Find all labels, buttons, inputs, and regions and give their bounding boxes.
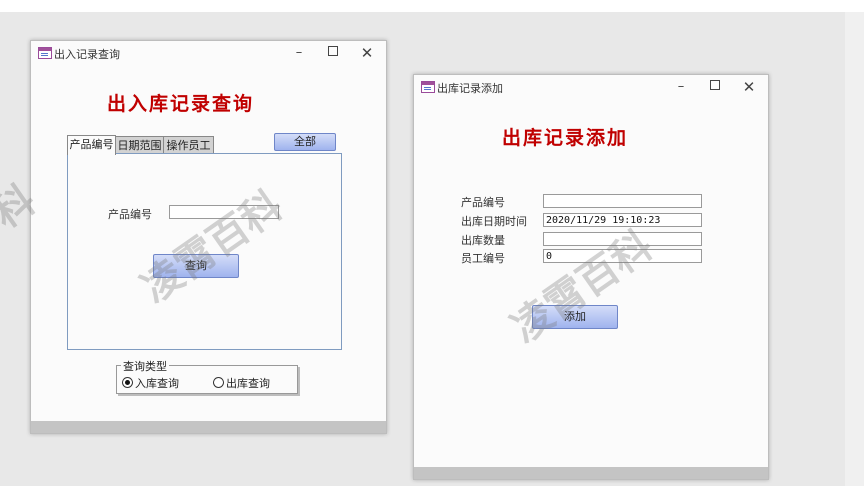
- all-button[interactable]: 全部: [274, 133, 336, 151]
- minimize-button[interactable]: –: [284, 43, 314, 63]
- maximize-icon: [328, 46, 338, 56]
- top-strip: [0, 0, 864, 12]
- window-title: 出库记录添加: [437, 82, 503, 95]
- form-icon: [421, 81, 435, 93]
- query-type-group: 查询类型 入库查询 出库查询: [116, 358, 298, 394]
- window-title: 出入记录查询: [54, 48, 120, 61]
- product-id-input[interactable]: [169, 205, 279, 219]
- outbound-quantity-label: 出库数量: [461, 234, 505, 247]
- status-bar: [31, 421, 386, 433]
- add-record-window: 出库记录添加 – ✕ 出库记录添加 产品编号 出库日期时间 2020/11/29…: [413, 74, 769, 480]
- outbound-quantity-input[interactable]: [543, 232, 702, 246]
- tab-panel: 产品编号 查询: [67, 153, 342, 350]
- form-heading: 出入库记录查询: [107, 93, 255, 115]
- outbound-datetime-label: 出库日期时间: [461, 215, 527, 228]
- close-button[interactable]: ✕: [734, 77, 764, 97]
- employee-id-label: 员工编号: [461, 252, 505, 265]
- maximize-icon: [710, 80, 720, 90]
- tab-product-id[interactable]: 产品编号: [67, 135, 116, 155]
- right-panel: [845, 12, 864, 486]
- close-button[interactable]: ✕: [352, 43, 382, 63]
- product-id-label: 产品编号: [108, 208, 152, 221]
- radio-inbound-label: 入库查询: [135, 377, 179, 390]
- maximize-button[interactable]: [700, 77, 730, 97]
- radio-outbound-label: 出库查询: [226, 377, 270, 390]
- radio-outbound[interactable]: 出库查询: [213, 375, 270, 391]
- minimize-button[interactable]: –: [666, 77, 696, 97]
- add-button[interactable]: 添加: [532, 305, 618, 329]
- status-bar: [414, 467, 768, 479]
- radio-inbound[interactable]: 入库查询: [122, 375, 179, 391]
- radio-selected-icon: [122, 377, 133, 388]
- titlebar[interactable]: 出库记录添加 – ✕: [414, 75, 768, 99]
- query-button[interactable]: 查询: [153, 254, 239, 278]
- radio-unselected-icon: [213, 377, 224, 388]
- form-heading: 出库记录添加: [502, 127, 629, 149]
- query-window: 出入记录查询 – ✕ 出入库记录查询 产品编号 日期范围 操作员工 全部 产品编…: [30, 40, 387, 434]
- maximize-button[interactable]: [318, 43, 348, 63]
- query-type-label: 查询类型: [121, 358, 169, 374]
- outbound-datetime-input[interactable]: 2020/11/29 19:10:23: [543, 213, 702, 227]
- titlebar[interactable]: 出入记录查询 – ✕: [31, 41, 386, 65]
- product-id-input[interactable]: [543, 194, 702, 208]
- form-icon: [38, 47, 52, 59]
- product-id-label: 产品编号: [461, 196, 505, 209]
- employee-id-input[interactable]: 0: [543, 249, 702, 263]
